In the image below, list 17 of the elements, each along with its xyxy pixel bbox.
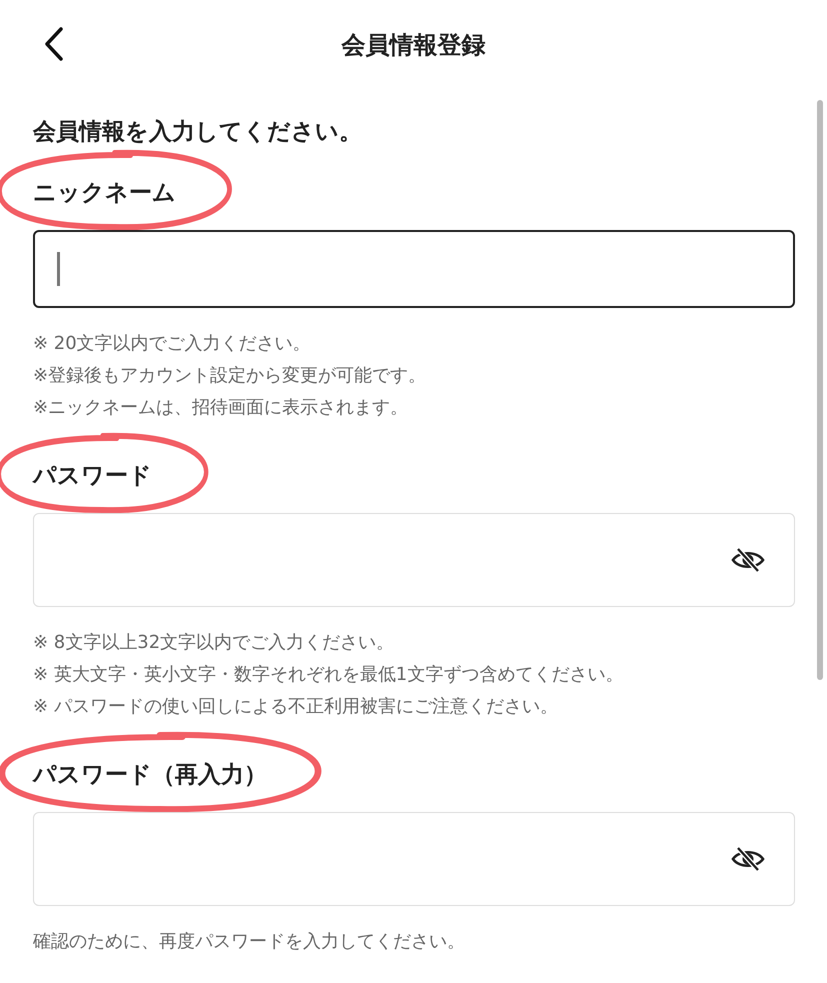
field-label: パスワード xyxy=(33,463,152,489)
note-text: ※ 英大文字・英小文字・数字それぞれを最低1文字ずつ含めてください。 xyxy=(33,663,624,687)
text-cursor xyxy=(57,252,60,286)
note-text: ※ パスワードの使い回しによる不正利用被害にご注意ください。 xyxy=(33,695,559,719)
field-label: ニックネーム xyxy=(33,180,176,206)
note-text: ※登録後もアカウント設定から変更が可能です。 xyxy=(33,364,428,388)
note-text: ※ 8文字以上32文字以内でご入力ください。 xyxy=(33,631,396,655)
note-text: ※ニックネームは、招待画面に表示されます。 xyxy=(33,396,410,420)
intro-text: 会員情報を入力してください。 xyxy=(33,118,363,147)
back-icon[interactable] xyxy=(43,26,65,62)
page-title: 会員情報登録 xyxy=(342,30,486,61)
field-label: パスワード（再入力） xyxy=(33,762,267,788)
input-field[interactable] xyxy=(33,230,795,308)
note-text: 確認のために、再度パスワードを入力してください。 xyxy=(33,930,466,954)
note-text: ※ 20文字以内でご入力ください。 xyxy=(33,332,312,356)
hidden-eye-icon[interactable] xyxy=(730,846,766,872)
hidden-eye-icon[interactable] xyxy=(730,547,766,573)
